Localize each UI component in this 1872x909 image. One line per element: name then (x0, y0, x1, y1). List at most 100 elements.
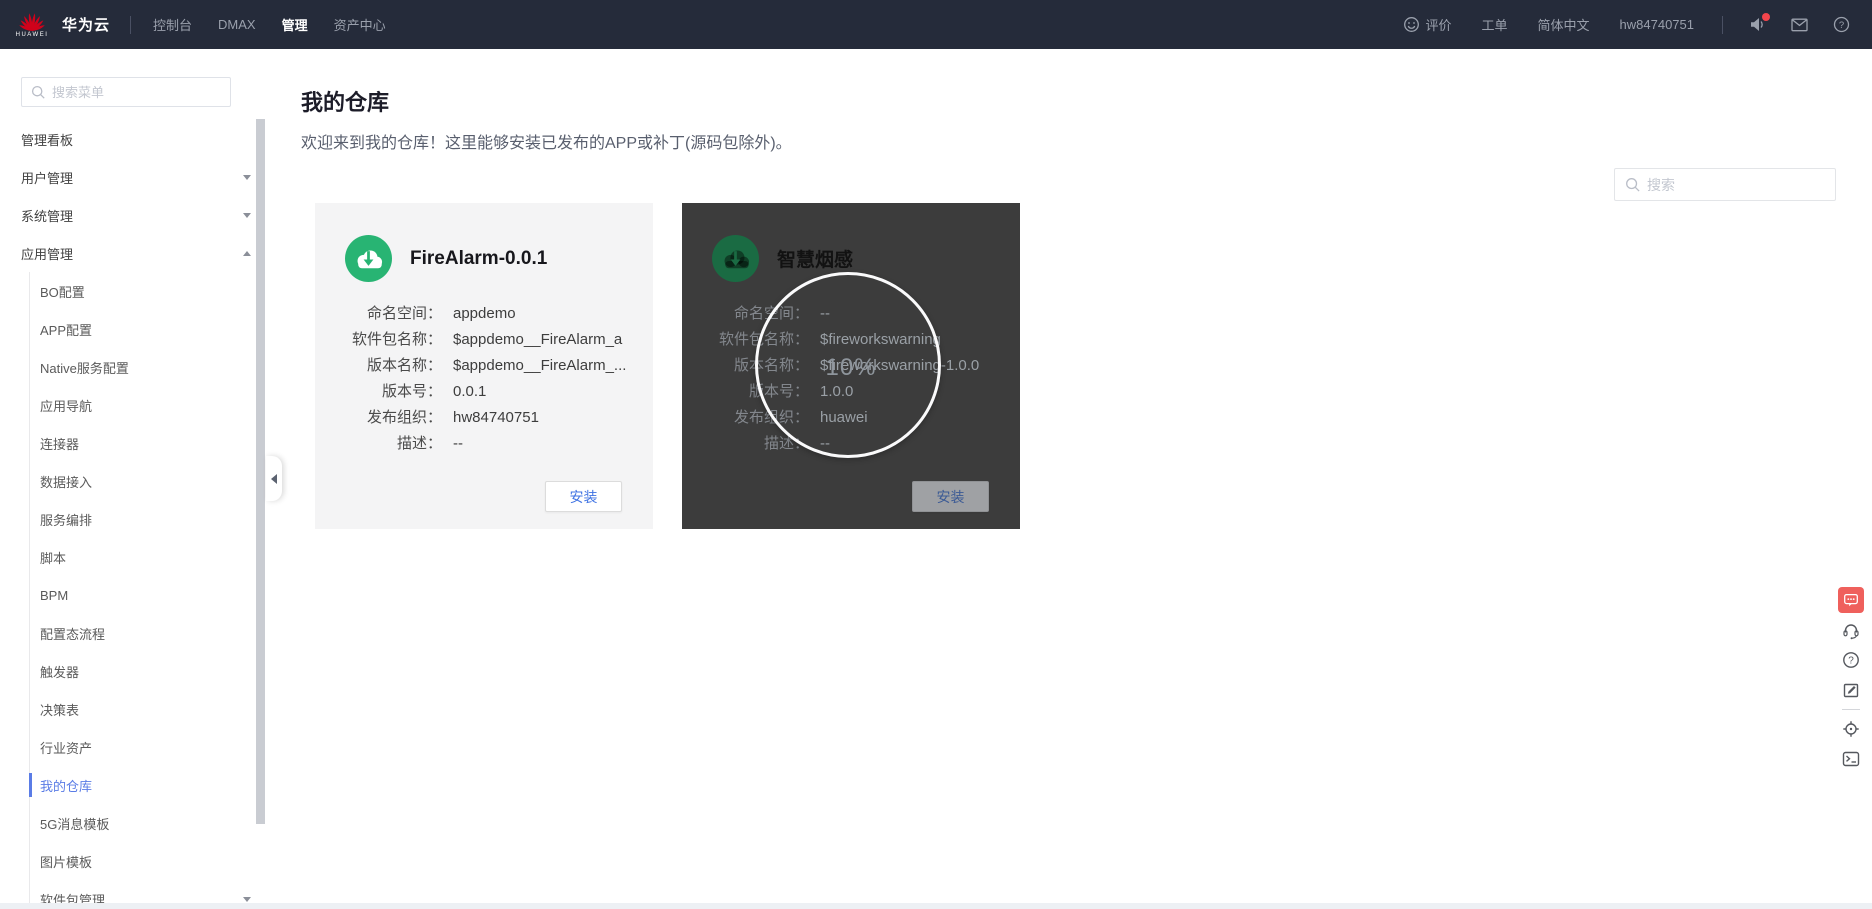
sidebar-item-management-board[interactable]: 管理看板 (0, 120, 267, 158)
chevron-left-icon (271, 473, 277, 484)
repository-search-box (1614, 168, 1836, 201)
nav-console[interactable]: 控制台 (153, 15, 192, 34)
bottom-scroll-strip[interactable] (0, 903, 1872, 909)
active-indicator-bar (29, 773, 32, 797)
field-value: $appdemo__FireAlarm_... (453, 357, 627, 374)
support-agent-button[interactable] (1838, 617, 1864, 643)
sidebar-item-label: 连接器 (40, 436, 80, 452)
sidebar-item-native-service-config[interactable]: Native服务配置 (0, 348, 267, 386)
page-title: 我的仓库 (301, 90, 390, 115)
field-value: hw84740751 (453, 409, 539, 426)
sidebar-item-data-access[interactable]: 数据接入 (0, 462, 267, 500)
chat-support-button[interactable] (1838, 587, 1864, 613)
field-value: 0.0.1 (453, 383, 487, 400)
field-row: 版本号： 0.0.1 (315, 379, 653, 405)
sidebar-item-app-navigation[interactable]: 应用导航 (0, 386, 267, 424)
question-icon: ? (1843, 652, 1859, 668)
cloud-download-icon (712, 235, 759, 282)
app-title: 智慧烟感 (777, 250, 854, 271)
field-label: 描述： (396, 435, 442, 452)
feedback-link[interactable]: 评价 (1403, 15, 1452, 34)
language-selector[interactable]: 简体中文 (1538, 15, 1590, 34)
sidebar-item-label: 应用管理 (21, 246, 74, 262)
huawei-logo-text: HUAWEI (15, 31, 49, 38)
messages-button[interactable] (1791, 18, 1808, 32)
locate-icon (1843, 721, 1859, 737)
sidebar-item-config-state-flow[interactable]: 配置态流程 (0, 614, 267, 652)
feedback-float-button[interactable] (1838, 677, 1864, 703)
field-row: 版本名称： $appdemo__FireAlarm_... (315, 353, 653, 379)
sidebar-item-industry-assets[interactable]: 行业资产 (0, 728, 267, 766)
feedback-label: 评价 (1425, 18, 1452, 33)
announcement-button[interactable] (1748, 13, 1770, 33)
sidebar-item-label: 触发器 (40, 664, 80, 680)
nav-dmax[interactable]: DMAX (218, 17, 256, 32)
sidebar-item-service-orchestration[interactable]: 服务编排 (0, 500, 267, 538)
field-label: 命名空间： (366, 305, 442, 322)
card-header: FireAlarm-0.0.1 (345, 235, 547, 282)
sidebar-item-label: 我的仓库 (40, 778, 93, 794)
topbar-divider (130, 15, 132, 34)
sidebar-item-image-template[interactable]: 图片模板 (0, 842, 267, 880)
sidebar-scrollbar[interactable] (256, 119, 265, 824)
locate-button[interactable] (1838, 716, 1864, 742)
feedback-note-icon (1843, 683, 1859, 698)
app-fields: 命名空间： appdemo 软件包名称： $appdemo__FireAlarm… (315, 301, 653, 457)
sidebar-item-app-management[interactable]: 应用管理 (0, 234, 267, 272)
sidebar-item-5g-message-template[interactable]: 5G消息模板 (0, 804, 267, 842)
sidebar-item-connector[interactable]: 连接器 (0, 424, 267, 462)
brand-title: 华为云 (62, 17, 111, 34)
sidebar-item-bo-config[interactable]: BO配置 (0, 272, 267, 310)
sidebar-item-label: BPM (40, 587, 69, 603)
field-label: 发布组织： (366, 409, 442, 426)
help-button[interactable]: ? (1833, 16, 1850, 33)
account-name[interactable]: hw84740751 (1620, 17, 1694, 32)
chat-bubble-icon (1844, 593, 1858, 607)
field-row: 描述： -- (315, 431, 653, 457)
nav-manage[interactable]: 管理 (282, 15, 308, 34)
nav-asset-center[interactable]: 资产中心 (334, 15, 386, 34)
chevron-down-icon (243, 174, 251, 180)
ticket-link[interactable]: 工单 (1482, 15, 1508, 34)
top-bar: HUAWEI 华为云 控制台 DMAX 管理 资产中心 评价 工单 简体中文 h… (0, 0, 1872, 49)
field-value: $appdemo__FireAlarm_a (453, 331, 623, 348)
floating-toolbar: ? (1838, 587, 1864, 772)
sidebar-item-label: 系统管理 (21, 208, 74, 224)
app-card-smart-smoke: 智慧烟感 命名空间： -- 软件包名称： $fireworkswarning 版… (682, 203, 1020, 529)
sidebar-item-label: 用户管理 (21, 170, 74, 186)
sidebar-item-user-management[interactable]: 用户管理 (0, 158, 267, 196)
install-button[interactable]: 安装 (912, 481, 989, 512)
install-button[interactable]: 安装 (545, 481, 622, 512)
sidebar-item-bpm[interactable]: BPM (0, 576, 267, 614)
sidebar-collapse-handle[interactable] (266, 456, 282, 501)
console-button[interactable] (1838, 746, 1864, 772)
search-icon (1626, 178, 1640, 192)
sidebar-item-trigger[interactable]: 触发器 (0, 652, 267, 690)
sidebar-item-label: 服务编排 (40, 512, 93, 528)
repository-search-input[interactable] (1647, 169, 1832, 200)
sidebar-item-label: 管理看板 (21, 132, 74, 148)
sidebar-item-label: 数据接入 (40, 474, 93, 490)
sidebar-item-label: BO配置 (40, 284, 85, 300)
headset-icon (1843, 624, 1859, 640)
huawei-logo: HUAWEI (12, 12, 52, 38)
sidebar-item-app-config[interactable]: APP配置 (0, 310, 267, 348)
sidebar: 管理看板 用户管理 系统管理 应用管理 BO配置 APP配置 Native服务配… (0, 49, 267, 909)
sidebar-search-input[interactable] (52, 78, 227, 106)
field-row: 软件包名称： $appdemo__FireAlarm_a (315, 327, 653, 353)
sidebar-item-my-repository[interactable]: 我的仓库 (0, 766, 267, 804)
sidebar-item-script[interactable]: 脚本 (0, 538, 267, 576)
sidebar-item-label: 5G消息模板 (40, 816, 110, 832)
sidebar-item-decision-table[interactable]: 决策表 (0, 690, 267, 728)
mail-icon (1791, 18, 1808, 31)
sidebar-item-label: 决策表 (40, 702, 80, 718)
sidebar-search-box (21, 77, 231, 107)
sidebar-item-label: 配置态流程 (40, 626, 106, 642)
help-float-button[interactable]: ? (1838, 647, 1864, 673)
topbar-divider (1722, 15, 1723, 34)
huawei-flower-icon (19, 12, 45, 31)
sidebar-item-system-management[interactable]: 系统管理 (0, 196, 267, 234)
toolbar-divider (1842, 709, 1860, 710)
field-row: 命名空间： appdemo (315, 301, 653, 327)
app-card-firealarm: FireAlarm-0.0.1 命名空间： appdemo 软件包名称： $ap… (315, 203, 653, 529)
